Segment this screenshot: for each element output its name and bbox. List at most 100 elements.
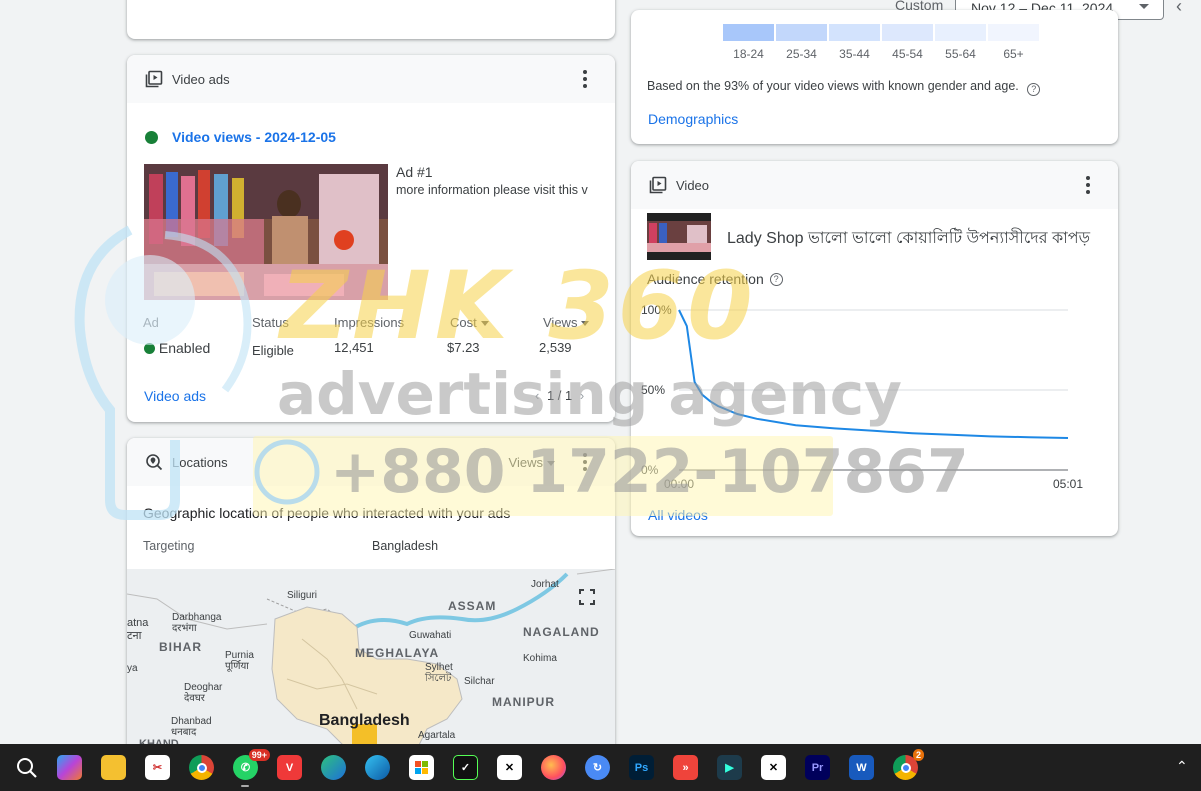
y-tick-label: 100% — [641, 303, 672, 317]
map-label-meghalaya: MEGHALAYA — [355, 646, 440, 660]
chrome-icon[interactable] — [189, 755, 214, 780]
age-bar — [882, 24, 933, 41]
edge-icon[interactable] — [365, 755, 390, 780]
campaign-row: Video views - 2024-12-05 — [145, 129, 336, 145]
card-title: Video ads — [172, 71, 230, 87]
more-options-icon[interactable] — [1076, 173, 1100, 197]
demographics-link[interactable]: Demographics — [648, 111, 738, 127]
map-label-bangladesh: Bangladesh — [319, 712, 410, 729]
chevron-left-icon[interactable]: ‹ — [1176, 0, 1182, 17]
chrome2-icon[interactable]: 2 — [893, 749, 924, 780]
video-card: Video Lady Shop ভালো ভালো কোয়ালিটি উপন্… — [631, 161, 1118, 536]
map-label-guwahati: Guwahati — [409, 630, 452, 641]
page-indicator: 1 / 1 — [546, 388, 573, 403]
sort-icon — [581, 321, 590, 327]
col-cost[interactable]: Cost — [450, 315, 489, 330]
row-cost: $7.23 — [447, 340, 480, 355]
help-icon[interactable]: ? — [1027, 83, 1041, 96]
row-ad-status: Enabled — [144, 340, 210, 356]
search-icon[interactable] — [14, 755, 39, 780]
map-label-purnia: Purnia पूर्णिया — [225, 650, 254, 672]
campaign-link[interactable]: Video views - 2024-12-05 — [172, 129, 336, 145]
chrome-badge: 2 — [912, 749, 924, 761]
ad-description: more information please visit this v — [396, 183, 588, 197]
video-thumbnail[interactable] — [647, 213, 711, 260]
col-ad: Ad — [143, 315, 159, 330]
retention-heading: Audience retention ? — [647, 271, 783, 287]
copilot-icon[interactable] — [57, 755, 82, 780]
sort-icon — [480, 321, 489, 327]
age-label: 25-34 — [786, 47, 817, 61]
word-icon[interactable]: W — [849, 755, 874, 780]
map-label-jorhat: Jorhat — [531, 579, 559, 590]
file-explorer-icon[interactable] — [101, 755, 126, 780]
x-tick-label: 00:00 — [664, 477, 694, 491]
video-icon — [649, 176, 667, 194]
video-ads-link[interactable]: Video ads — [144, 388, 206, 404]
taskbar: ✂ ✆ 99+ V ✓ ✕ ↻ Ps » ▶ ✕ Pr W 2 ⌃ — [0, 744, 1201, 791]
demographics-note: Based on the 93% of your video views wit… — [647, 79, 1041, 96]
video-title[interactable]: Lady Shop ভালো ভালো কোয়ালিটি উপন্যাসীদে… — [727, 225, 1090, 252]
firefox-icon[interactable] — [541, 755, 566, 780]
vivaldi-icon[interactable]: V — [277, 755, 302, 780]
age-label: 55-64 — [945, 47, 976, 61]
photoshop-icon[interactable]: Ps — [629, 755, 654, 780]
snipping-tool-icon[interactable]: ✂ — [145, 755, 170, 780]
age-bar-chart — [723, 24, 1039, 41]
row-views: 2,539 — [539, 340, 572, 355]
whatsapp-icon[interactable]: ✆ 99+ — [233, 749, 270, 780]
help-icon[interactable]: ? — [769, 273, 783, 286]
capcut-icon[interactable]: ✕ — [497, 755, 522, 780]
age-bar — [829, 24, 880, 41]
metric-select[interactable]: Views — [509, 455, 555, 470]
video-ads-icon — [145, 70, 163, 88]
col-status: Status — [252, 315, 289, 330]
filmora-icon[interactable]: ▶ — [717, 755, 742, 780]
chevron-down-icon — [1139, 4, 1149, 9]
edge-dev-icon[interactable] — [321, 755, 346, 780]
status-dot — [145, 130, 158, 144]
fullscreen-icon[interactable] — [579, 589, 595, 605]
retention-chart: 100% 50% 0% 00:00 05:01 — [631, 296, 1118, 496]
age-bar — [935, 24, 986, 41]
map-label-darbhanga: Darbhanga दरभंगा — [172, 612, 222, 634]
age-label: 35-44 — [839, 47, 870, 61]
map-label-dhanbad: Dhanbad धनबाद — [171, 716, 212, 738]
card-title: Locations — [172, 454, 228, 470]
map-label-deoghar: Deoghar देवघर — [184, 682, 223, 704]
age-axis-labels: 18-24 25-34 35-44 45-54 55-64 65+ — [723, 47, 1039, 61]
tasks-icon[interactable]: ✓ — [453, 755, 478, 780]
more-options-icon[interactable] — [573, 450, 597, 474]
retention-line — [678, 309, 1069, 439]
more-options-icon[interactable] — [573, 67, 597, 91]
age-bar — [988, 24, 1039, 41]
vpn-icon[interactable]: ↻ — [585, 755, 610, 780]
premiere-icon[interactable]: Pr — [805, 755, 830, 780]
all-videos-link[interactable]: All videos — [648, 507, 708, 523]
col-views[interactable]: Views — [543, 315, 590, 330]
anydesk-icon[interactable]: » — [673, 755, 698, 780]
map-label-agartala: Agartala — [418, 730, 456, 741]
prev-page-icon[interactable]: ‹ — [535, 388, 539, 403]
age-bar — [776, 24, 827, 41]
chevron-down-icon — [547, 460, 555, 466]
ms-store-icon[interactable] — [409, 755, 434, 780]
previous-card — [127, 0, 615, 39]
age-bar — [723, 24, 774, 41]
map-label-manipur: MANIPUR — [492, 695, 555, 709]
capcut2-icon[interactable]: ✕ — [761, 755, 786, 780]
next-page-icon[interactable]: › — [580, 388, 584, 403]
locations-subtitle: Geographic location of people who intera… — [143, 505, 511, 521]
age-label: 65+ — [1003, 47, 1024, 61]
location-search-icon — [145, 453, 163, 471]
y-tick-label: 50% — [641, 383, 665, 397]
map-label-patna: atna टना — [127, 617, 149, 642]
age-label: 45-54 — [892, 47, 923, 61]
chevron-up-icon[interactable]: ⌃ — [1176, 758, 1188, 775]
location-map[interactable]: Jorhat Siliguri ASSAM Darbhanga दरभंगा at… — [127, 569, 615, 758]
map-label-kohima: Kohima — [523, 653, 557, 664]
ad-thumbnail[interactable] — [144, 164, 388, 300]
x-tick-label: 05:01 — [1053, 477, 1083, 491]
demographics-card: 18-24 25-34 35-44 45-54 55-64 65+ Based on th… — [631, 10, 1118, 144]
targeting-value: Bangladesh — [372, 539, 439, 553]
